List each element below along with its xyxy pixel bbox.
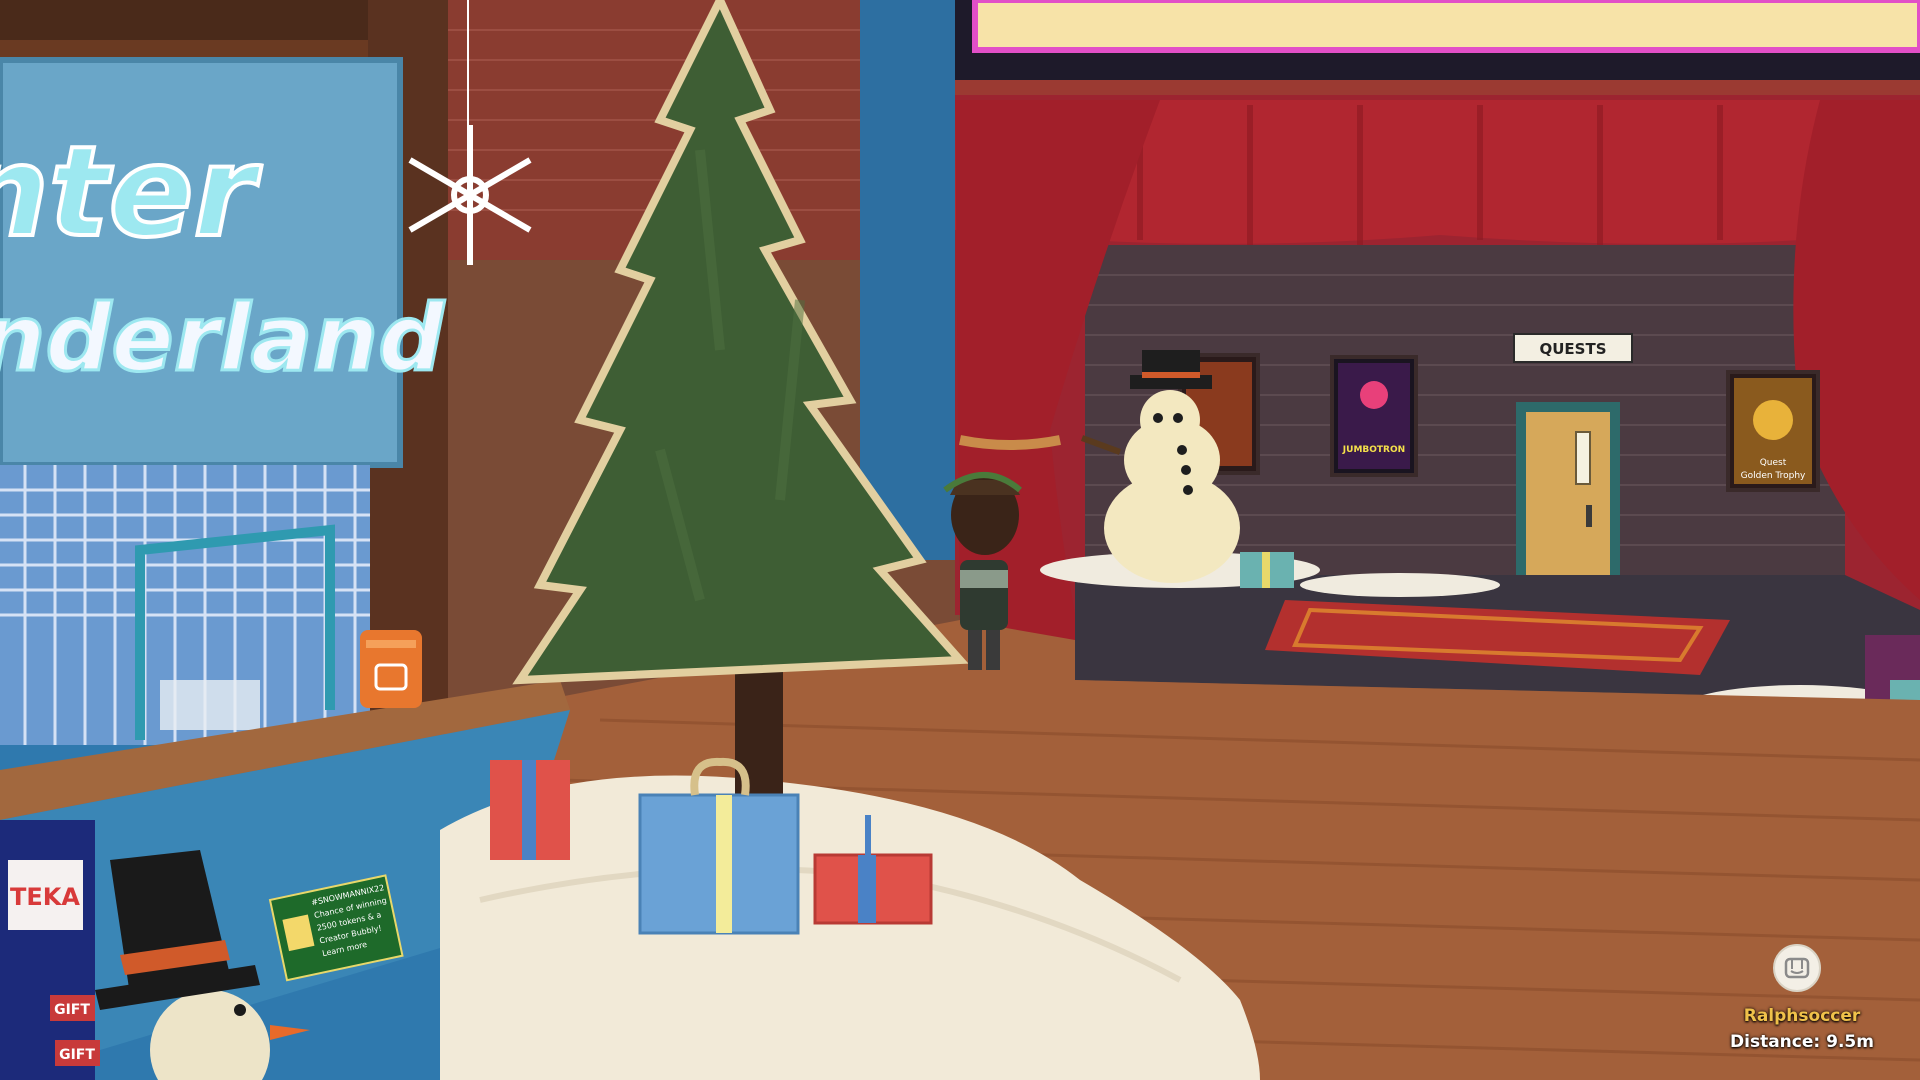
player-hud: Ralphsoccer Distance: 9.5m: [1702, 944, 1902, 1052]
arcade-label: TEKA: [10, 883, 80, 911]
game-scene: JUMBOTRON Quest Golden Trophy QUESTS ter…: [0, 0, 1920, 1080]
poster-2-title: JUMBOTRON: [1342, 445, 1405, 455]
blue-wall: [860, 0, 960, 560]
rec-room-face-icon: [1773, 944, 1821, 992]
winter-wonderland-sign: nter nderland: [0, 57, 447, 468]
player-distance-label: Distance: 9.5m: [1730, 1032, 1874, 1052]
quests-door[interactable]: [1526, 412, 1610, 592]
marquee-sign: [972, 0, 1920, 53]
quests-sign-label: QUESTS: [1539, 340, 1606, 358]
gift-tag-2: GIFT: [59, 1047, 95, 1063]
poster-3-line1: Quest: [1760, 458, 1787, 468]
gift-tag-1: GIFT: [54, 1002, 90, 1018]
sign-line-1: nter: [0, 120, 263, 265]
player-name-label: Ralphsoccer: [1743, 1006, 1861, 1026]
poster-3-line2: Golden Trophy: [1741, 471, 1806, 481]
sign-line-2: nderland: [0, 285, 445, 392]
